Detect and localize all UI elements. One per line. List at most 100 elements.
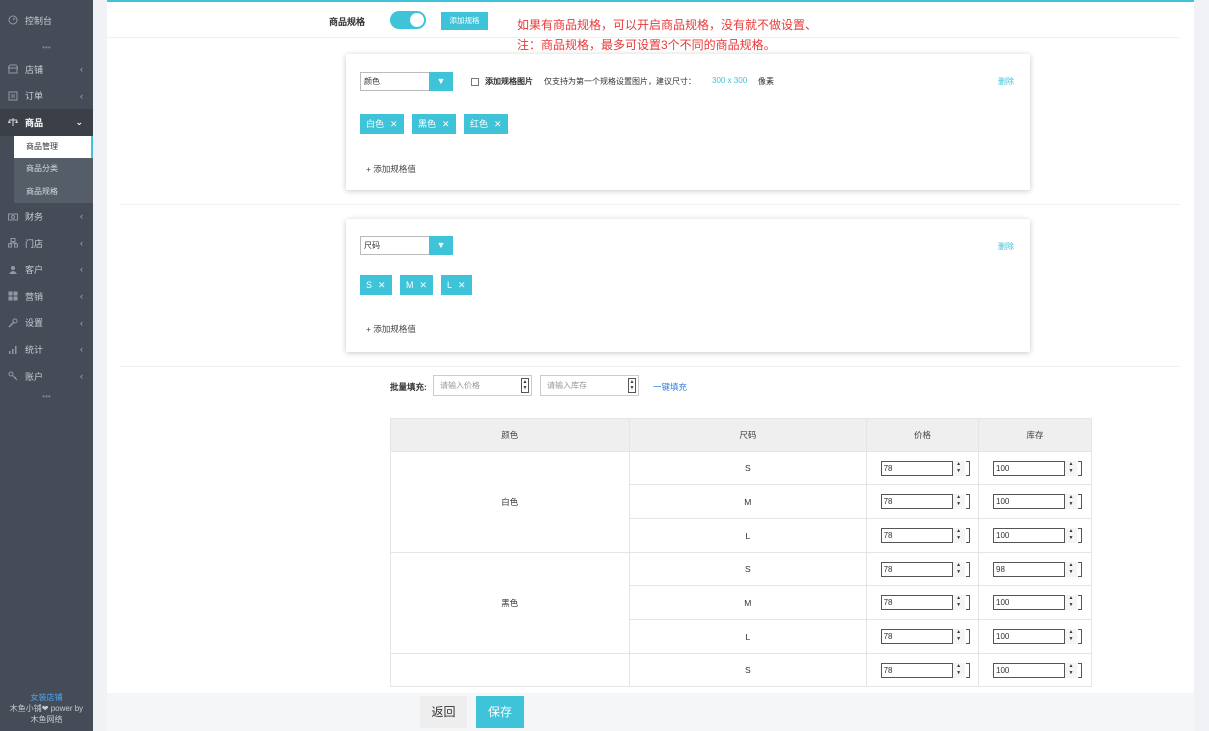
spinner-icon[interactable]: ▲ ▼ <box>951 595 965 610</box>
spinner-icon[interactable]: ▲ ▼ <box>1064 528 1078 543</box>
input-bracket <box>965 494 970 509</box>
price-input[interactable]: 78 ▲ ▼ <box>880 561 970 577</box>
sidebar-item-finance[interactable]: 财务 ‹ <box>0 203 93 230</box>
sidebar-divider: ••• <box>42 43 51 52</box>
delete-spec-link[interactable]: 删除 <box>998 76 1014 87</box>
sidebar: 控制台 ••• 店铺 ‹ 订单 ‹ 商品 ⌄ 商品管理 商品分类 商品规格 财务… <box>0 0 93 731</box>
sidebar-footer: 女装店铺 木鱼小铺❤ power by 木鱼网络 <box>0 692 93 725</box>
price-value: 78 <box>883 632 893 641</box>
close-icon[interactable]: ✕ <box>494 119 502 129</box>
batch-stock-placeholder: 请输入库存 <box>547 381 587 390</box>
sidebar-item-branch[interactable]: 门店 ‹ <box>0 230 93 257</box>
spinner-icon[interactable]: ▲ ▼ <box>951 494 965 509</box>
sidebar-item-dashboard[interactable]: 控制台 <box>0 0 93 40</box>
spinner-icon[interactable]: ▲ ▼ <box>1064 460 1078 476</box>
spec-value-tag[interactable]: S ✕ <box>360 275 392 295</box>
stock-value: 100 <box>996 497 1010 506</box>
chevron-left-icon: ‹ <box>80 291 83 302</box>
sidebar-item-goods[interactable]: 商品 ⌄ <box>0 109 93 136</box>
close-icon[interactable]: ✕ <box>390 119 398 129</box>
stock-input[interactable]: 100 ▲ ▼ <box>993 528 1083 543</box>
batch-fill-link[interactable]: 一键填充 <box>653 381 687 393</box>
spinner-icon[interactable]: ▲ ▼ <box>1064 494 1078 509</box>
spinner-icon[interactable]: ▲ ▼ <box>1064 662 1078 678</box>
spec-value-tag[interactable]: L ✕ <box>441 275 472 295</box>
stock-input[interactable]: 100 ▲ ▼ <box>993 494 1083 509</box>
spinner-icon[interactable]: ▲ ▼ <box>1064 561 1078 577</box>
price-value: 78 <box>883 564 893 574</box>
batch-price-input[interactable]: 请输入价格 ▲ ▼ <box>433 375 532 396</box>
spinner-icon[interactable]: ▲ ▼ <box>951 561 965 577</box>
column-header-price: 价格 <box>866 418 980 452</box>
price-input[interactable]: 78 ▲ ▼ <box>880 460 970 476</box>
price-input[interactable]: 78 ▲ ▼ <box>880 494 970 509</box>
spinner-icon[interactable]: ▲ ▼ <box>951 460 965 476</box>
goods-icon <box>8 117 18 127</box>
sidebar-item-store[interactable]: 店铺 ‹ <box>0 56 93 83</box>
back-button[interactable]: 返回 <box>420 696 467 728</box>
spec-value-tag[interactable]: M ✕ <box>400 275 434 295</box>
stock-input[interactable]: 98 ▲ ▼ <box>993 561 1083 577</box>
stock-cell: 100 ▲ ▼ <box>978 484 1092 519</box>
spinner-icon[interactable]: ▲ ▼ <box>951 662 965 678</box>
add-spec-value-link[interactable]: + 添加规格值 <box>366 323 416 335</box>
close-icon[interactable]: ✕ <box>442 119 450 129</box>
spec-type-select[interactable]: 颜色 ▼ <box>360 72 453 91</box>
brand-link[interactable]: 女装店铺 <box>0 692 93 703</box>
spinner-icon[interactable]: ▲ ▼ <box>521 378 529 393</box>
price-value: 78 <box>883 497 893 506</box>
price-cell: 78 ▲ ▼ <box>866 585 980 620</box>
sidebar-item-stats[interactable]: 统计 ‹ <box>0 336 93 363</box>
stock-input[interactable]: 100 ▲ ▼ <box>993 460 1083 476</box>
delete-spec-link[interactable]: 删除 <box>998 241 1014 252</box>
stock-input[interactable]: 100 ▲ ▼ <box>993 629 1083 644</box>
marketing-icon <box>8 291 18 301</box>
close-icon[interactable]: ✕ <box>378 280 386 290</box>
spinner-icon[interactable]: ▲ ▼ <box>628 378 636 393</box>
sidebar-item-customer[interactable]: 客户 ‹ <box>0 256 93 283</box>
sidebar-subitem-goods-spec[interactable]: 商品规格 <box>14 180 93 204</box>
sidebar-item-marketing[interactable]: 营销 ‹ <box>0 283 93 310</box>
sidebar-subitem-goods-category[interactable]: 商品分类 <box>14 158 93 181</box>
price-input[interactable]: 78 ▲ ▼ <box>880 662 970 678</box>
sidebar-item-account[interactable]: 账户 ‹ <box>0 363 93 390</box>
price-input[interactable]: 78 ▲ ▼ <box>880 595 970 610</box>
stock-input[interactable]: 100 ▲ ▼ <box>993 662 1083 678</box>
sidebar-subitem-goods-manage[interactable]: 商品管理 <box>14 135 93 159</box>
spec-value-tag[interactable]: 红色 ✕ <box>464 114 508 134</box>
price-input[interactable]: 78 ▲ ▼ <box>880 528 970 543</box>
sidebar-item-settings[interactable]: 设置 ‹ <box>0 310 93 337</box>
spinner-icon[interactable]: ▲ ▼ <box>951 629 965 644</box>
column-header-size: 尺码 <box>628 418 868 452</box>
sidebar-item-label: 商品 <box>25 117 44 128</box>
add-spec-image-checkbox[interactable] <box>471 78 479 86</box>
sidebar-item-label: 账户 <box>25 371 44 382</box>
save-button[interactable]: 保存 <box>476 696 524 728</box>
close-icon[interactable]: ✕ <box>458 280 466 290</box>
spec-toggle[interactable] <box>390 11 426 29</box>
scrollbar[interactable] <box>1194 0 1209 731</box>
add-spec-value-link[interactable]: + 添加规格值 <box>366 163 416 175</box>
color-cell: 白色 <box>390 451 630 553</box>
spec-value-tag[interactable]: 黑色 ✕ <box>412 114 456 134</box>
spinner-icon[interactable]: ▲ ▼ <box>1064 595 1078 610</box>
sidebar-item-label: 门店 <box>25 238 44 249</box>
chevron-left-icon: ‹ <box>80 90 83 101</box>
add-spec-button[interactable]: 添加规格 <box>441 12 488 30</box>
finance-icon <box>8 212 18 222</box>
spec-type-select[interactable]: 尺码 ▼ <box>360 236 453 255</box>
stock-input[interactable]: 100 ▲ ▼ <box>993 595 1083 610</box>
table-row: S 78 ▲ ▼ 100 ▲ ▼ <box>390 653 1092 687</box>
table-row: 白色 S 78 ▲ ▼ 100 ▲ ▼ <box>390 451 1092 553</box>
spec-value-tag[interactable]: 白色 ✕ <box>360 114 404 134</box>
price-input[interactable]: 78 ▲ ▼ <box>880 629 970 644</box>
chevron-left-icon: ‹ <box>80 370 83 381</box>
spinner-icon[interactable]: ▲ ▼ <box>951 528 965 543</box>
sidebar-item-orders[interactable]: 订单 ‹ <box>0 83 93 110</box>
batch-stock-input[interactable]: 请输入库存 ▲ ▼ <box>540 375 639 396</box>
spinner-icon[interactable]: ▲ ▼ <box>1064 629 1078 644</box>
close-icon[interactable]: ✕ <box>420 280 428 290</box>
chevron-left-icon: ‹ <box>80 211 83 222</box>
divider <box>107 37 1179 38</box>
tag-label: S <box>366 280 373 290</box>
